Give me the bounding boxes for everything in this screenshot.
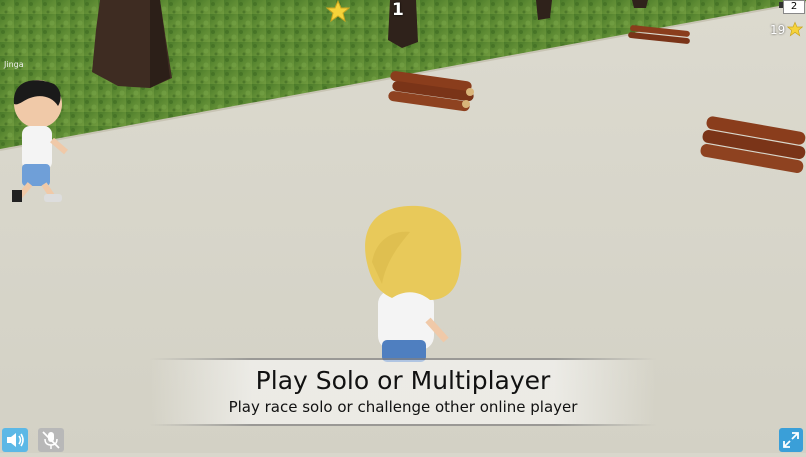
expand-icon bbox=[783, 432, 799, 448]
star-icon bbox=[326, 0, 350, 22]
tree-trunk bbox=[92, 0, 172, 88]
speaker-icon bbox=[7, 433, 24, 447]
mic-toggle-button[interactable] bbox=[38, 428, 64, 452]
banner-divider bbox=[150, 424, 656, 426]
rank-indicator: 2 bbox=[783, 0, 805, 14]
fullscreen-button[interactable] bbox=[779, 428, 803, 452]
checkpoint-counter: 1 bbox=[392, 0, 404, 20]
player-character bbox=[365, 205, 462, 362]
mic-muted-icon bbox=[42, 431, 60, 449]
sound-toggle-button[interactable] bbox=[2, 428, 28, 452]
tree-trunk bbox=[536, 0, 552, 20]
banner-divider bbox=[150, 358, 656, 360]
banner-subtitle: Play race solo or challenge other online… bbox=[228, 398, 578, 416]
tree-trunk bbox=[632, 0, 648, 8]
promo-banner: Play Solo or Multiplayer Play race solo … bbox=[150, 358, 656, 426]
banner-title: Play Solo or Multiplayer bbox=[255, 366, 551, 395]
star-icon bbox=[787, 21, 803, 37]
star-score: 19 bbox=[770, 23, 786, 37]
opponent-name-tag: Jinga bbox=[4, 60, 24, 69]
